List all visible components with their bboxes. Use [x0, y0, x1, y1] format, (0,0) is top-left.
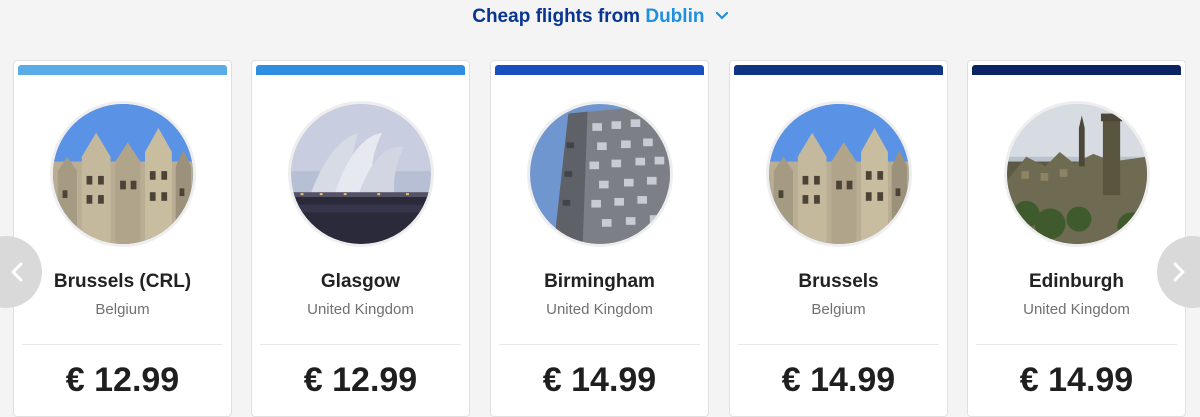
destination-price: € 14.99: [781, 361, 896, 399]
card-accent-bar: [495, 65, 704, 75]
page-title[interactable]: Cheap flights from Dublin: [0, 6, 1200, 28]
chevron-right-icon: [1173, 262, 1185, 282]
card-accent-bar: [734, 65, 943, 75]
card-divider: [738, 344, 939, 345]
destination-card[interactable]: Brussels (CRL) Belgium € 12.99: [13, 60, 232, 417]
chevron-left-icon: [11, 262, 23, 282]
destination-image: [50, 101, 196, 247]
destination-price: € 12.99: [65, 361, 180, 399]
card-divider: [976, 344, 1177, 345]
destination-image: [288, 101, 434, 247]
destination-city: Brussels: [798, 271, 879, 292]
destination-country: Belgium: [811, 301, 866, 318]
card-accent-bar: [972, 65, 1181, 75]
header-prefix: Cheap flights from: [472, 6, 641, 27]
destination-card[interactable]: Glasgow United Kingdom € 12.99: [251, 60, 470, 417]
card-divider: [499, 344, 700, 345]
card-divider: [22, 344, 223, 345]
destination-card[interactable]: Edinburgh United Kingdom € 14.99: [967, 60, 1186, 417]
destination-price: € 12.99: [303, 361, 418, 399]
destination-city: Birmingham: [544, 271, 655, 292]
destination-image: [1004, 101, 1150, 247]
card-divider: [260, 344, 461, 345]
destination-city: Glasgow: [320, 271, 401, 292]
card-accent-bar: [256, 65, 465, 75]
chevron-down-icon[interactable]: [715, 4, 728, 26]
destination-country: United Kingdom: [546, 301, 653, 318]
destination-card[interactable]: Brussels Belgium € 14.99: [729, 60, 948, 417]
destination-image: [766, 101, 912, 247]
card-accent-bar: [18, 65, 227, 75]
destination-card[interactable]: Birmingham United Kingdom € 14.99: [490, 60, 709, 417]
destination-price: € 14.99: [1019, 361, 1134, 399]
destination-price: € 14.99: [542, 361, 657, 399]
destination-country: Belgium: [95, 301, 150, 318]
destination-image: [527, 101, 673, 247]
destination-country: United Kingdom: [1023, 301, 1130, 318]
destination-country: United Kingdom: [307, 301, 414, 318]
origin-city[interactable]: Dublin: [645, 6, 704, 27]
destination-city: Brussels (CRL): [53, 271, 192, 292]
destination-city: Edinburgh: [1029, 271, 1124, 292]
